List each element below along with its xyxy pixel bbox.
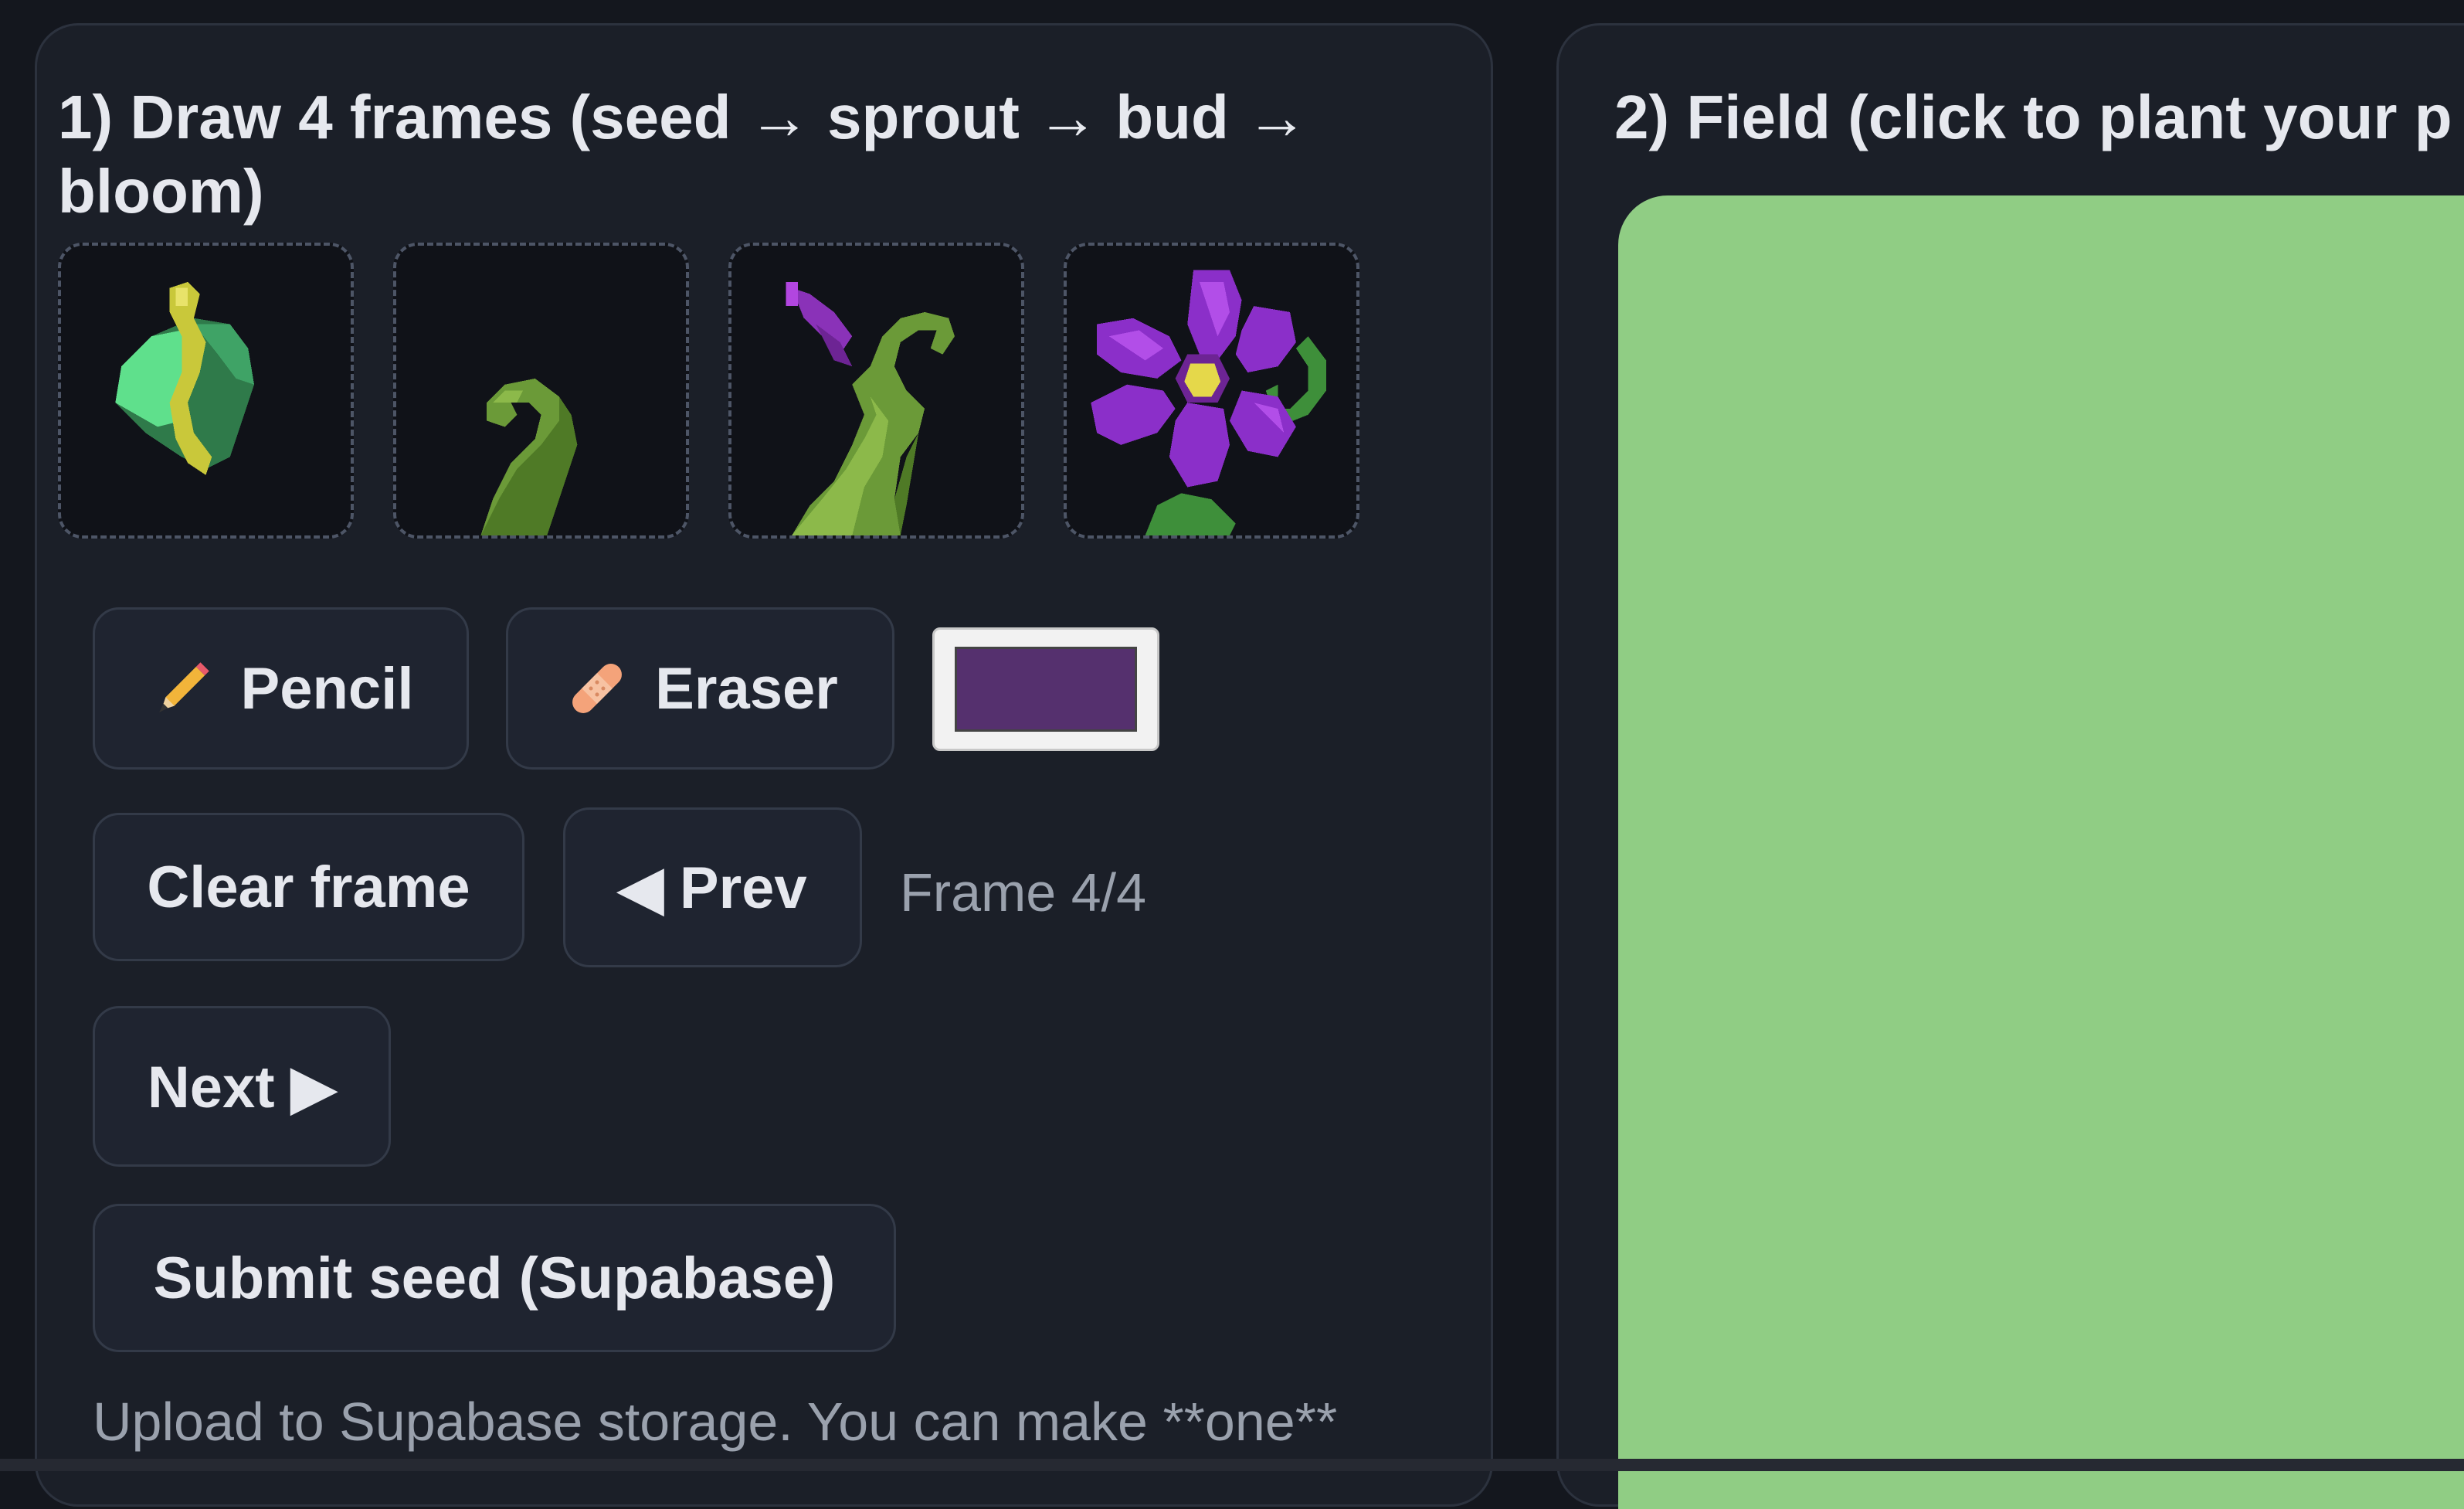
pencil-label: Pencil xyxy=(240,655,414,722)
prev-frame-button[interactable]: ◀ Prev xyxy=(563,807,862,967)
bloom-flower-icon xyxy=(1091,270,1326,535)
pencil-icon xyxy=(148,654,218,723)
clear-frame-button[interactable]: Clear frame xyxy=(93,813,524,961)
field-panel-title: 2) Field (click to plant your p xyxy=(1614,83,2452,151)
sprout-icon xyxy=(480,378,578,535)
eraser-label: Eraser xyxy=(655,655,838,722)
next-frame-label: Next ▶ xyxy=(147,1054,337,1120)
frame-thumbnail-seed[interactable] xyxy=(58,243,354,539)
bud-icon xyxy=(786,281,955,535)
help-text: Upload to Supabase storage. You can make… xyxy=(93,1392,1338,1452)
draw-panel-title: 1) Draw 4 frames (seed → sprout → bud → … xyxy=(58,83,1308,226)
seed-leaf-icon xyxy=(115,281,254,475)
prev-frame-label: ◀ Prev xyxy=(618,855,807,921)
frame-thumbnail-bud[interactable] xyxy=(728,243,1024,539)
frame-thumbnail-bloom[interactable] xyxy=(1064,243,1359,539)
window-bottom-edge xyxy=(0,1459,2464,1471)
next-frame-button[interactable]: Next ▶ xyxy=(93,1006,391,1167)
submit-seed-button[interactable]: Submit seed (Supabase) xyxy=(93,1204,896,1352)
frame-thumbnail-sprout[interactable] xyxy=(393,243,689,539)
current-color-fill xyxy=(955,647,1137,732)
submit-seed-label: Submit seed (Supabase) xyxy=(153,1245,836,1311)
clear-frame-label: Clear frame xyxy=(147,854,470,920)
frame-indicator: Frame 4/4 xyxy=(900,862,1146,923)
color-picker[interactable] xyxy=(932,627,1159,751)
planting-field[interactable] xyxy=(1618,195,2464,1509)
eraser-button[interactable]: Eraser xyxy=(506,607,894,770)
pencil-button[interactable]: Pencil xyxy=(93,607,469,770)
bandage-eraser-icon xyxy=(562,654,632,723)
